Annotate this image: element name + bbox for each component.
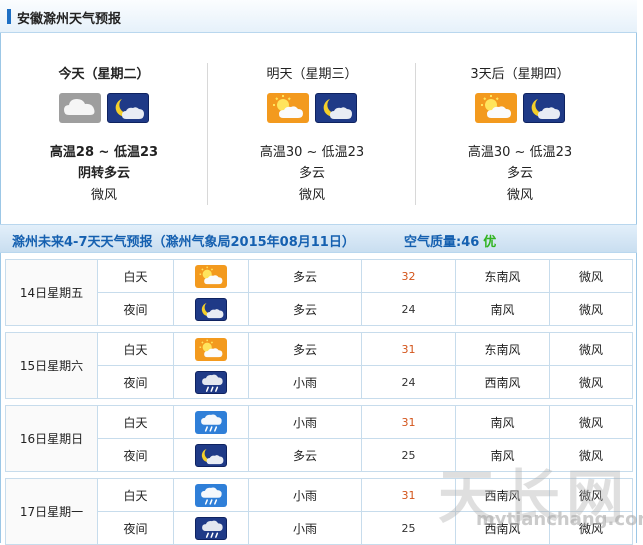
night-rain-icon [195, 516, 227, 540]
day-wind: 微风 [298, 188, 325, 203]
table-row: 14日星期五 白天 多云 32 东南风 微风 [5, 259, 633, 326]
condition: 多云 [248, 292, 362, 326]
watermark-url: mytianchang.com [476, 509, 643, 530]
sun-cloud-icon [195, 264, 227, 288]
wind-strength: 微风 [549, 292, 633, 326]
period-label: 夜间 [97, 365, 174, 399]
wind-direction: 东南风 [455, 332, 550, 366]
extended-forecast-header: 滁州未来4-7天天气预报（滁州气象局2015年08月11日） 空气质量:46 优 [0, 224, 637, 253]
temperature: 24 [361, 365, 456, 399]
table-row: 夜间 小雨 24 西南风 微风 [6, 365, 633, 399]
air-quality-grade: 优 [483, 235, 497, 250]
weather-icon-cell [173, 259, 249, 293]
wind-strength: 微风 [549, 365, 633, 399]
weather-icon-cell [173, 438, 249, 472]
day-condition: 多云 [298, 166, 325, 181]
table-row: 夜间 多云 24 南风 微风 [6, 292, 633, 326]
sun-cloud-icon [475, 93, 517, 123]
day-temp: 高温30 ~ 低温23 [259, 145, 365, 160]
night-cloud-icon [195, 443, 227, 467]
weather-icon-cell [173, 478, 249, 512]
forecast-day-table: 14日星期五 白天 多云 32 东南风 微风 夜间 多云 24 南风 微风 [5, 259, 633, 326]
wind-strength: 微风 [549, 259, 633, 293]
temperature: 31 [361, 405, 456, 439]
day-wind: 微风 [90, 188, 117, 203]
condition: 小雨 [248, 478, 362, 512]
wind-strength: 微风 [549, 332, 633, 366]
condition: 小雨 [248, 405, 362, 439]
day-tomorrow: 明天（星期三） 高温30 ~ 低温23 多云 微风 [208, 33, 416, 221]
day-title: 今天（星期二） [58, 67, 150, 82]
air-quality: 空气质量:46 优 [404, 231, 496, 250]
night-cloud-icon [523, 93, 565, 123]
sun-cloud-icon [267, 93, 309, 123]
day-third: 3天后（星期四） 高温30 ~ 低温23 多云 微风 [416, 33, 624, 221]
wind-direction: 南风 [455, 292, 550, 326]
rain-icon [195, 410, 227, 434]
condition: 多云 [248, 259, 362, 293]
wind-direction: 西南风 [455, 365, 550, 399]
night-cloud-icon [195, 297, 227, 321]
extended-forecast-title: 滁州未来4-7天天气预报（滁州气象局2015年08月11日） [12, 235, 355, 250]
weather-icon-cell [173, 405, 249, 439]
forecast-day-table: 15日星期六 白天 多云 31 东南风 微风 夜间 小雨 24 西南风 微风 [5, 332, 633, 399]
night-rain-icon [195, 370, 227, 394]
weather-icon-cell [173, 511, 249, 545]
period-label: 白天 [97, 405, 174, 439]
forecast-date: 17日星期一 [5, 478, 98, 545]
night-cloud-icon [107, 93, 149, 123]
title-bar: 安徽滁州天气预报 [0, 0, 637, 33]
page-title: 安徽滁州天气预报 [17, 12, 122, 27]
day-condition: 多云 [506, 166, 533, 181]
air-quality-label: 空气质量: [404, 235, 462, 250]
wind-direction: 东南风 [455, 259, 550, 293]
day-temp: 高温28 ~ 低温23 [49, 145, 159, 160]
forecast-date: 16日星期日 [5, 405, 98, 472]
period-label: 夜间 [97, 511, 174, 545]
period-label: 白天 [97, 478, 174, 512]
period-label: 夜间 [97, 438, 174, 472]
rain-icon [195, 483, 227, 507]
period-label: 白天 [97, 259, 174, 293]
wind-direction: 南风 [455, 405, 550, 439]
condition: 小雨 [248, 511, 362, 545]
day-temp: 高温30 ~ 低温23 [467, 145, 573, 160]
temperature: 31 [361, 332, 456, 366]
condition: 多云 [248, 438, 362, 472]
table-row: 15日星期六 白天 多云 31 东南风 微风 [5, 332, 633, 399]
cloud-icon [59, 93, 101, 123]
day-icons [208, 93, 416, 125]
forecast-date: 15日星期六 [5, 332, 98, 399]
temperature: 24 [361, 292, 456, 326]
day-title: 明天（星期三） [266, 67, 358, 82]
night-cloud-icon [315, 93, 357, 123]
condition: 多云 [248, 332, 362, 366]
condition: 小雨 [248, 365, 362, 399]
weather-icon-cell [173, 365, 249, 399]
day-title: 3天后（星期四） [470, 67, 570, 82]
sun-cloud-icon [195, 337, 227, 361]
period-label: 白天 [97, 332, 174, 366]
weather-icon-cell [173, 332, 249, 366]
day-icons [0, 93, 208, 125]
day-condition: 阴转多云 [77, 166, 130, 181]
day-icons [416, 93, 624, 125]
wind-strength: 微风 [549, 405, 633, 439]
period-label: 夜间 [97, 292, 174, 326]
air-quality-value: 46 [461, 235, 480, 250]
three-day-summary: 今天（星期二） 高温28 ~ 低温23 阴转多云 微风 明天（星期三） 高温30… [0, 33, 637, 221]
title-accent-bar [7, 9, 11, 24]
forecast-date: 14日星期五 [5, 259, 98, 326]
day-wind: 微风 [506, 188, 533, 203]
weather-icon-cell [173, 292, 249, 326]
temperature: 32 [361, 259, 456, 293]
table-row: 16日星期日 白天 小雨 31 南风 微风 [5, 405, 633, 472]
day-today: 今天（星期二） 高温28 ~ 低温23 阴转多云 微风 [0, 33, 208, 221]
